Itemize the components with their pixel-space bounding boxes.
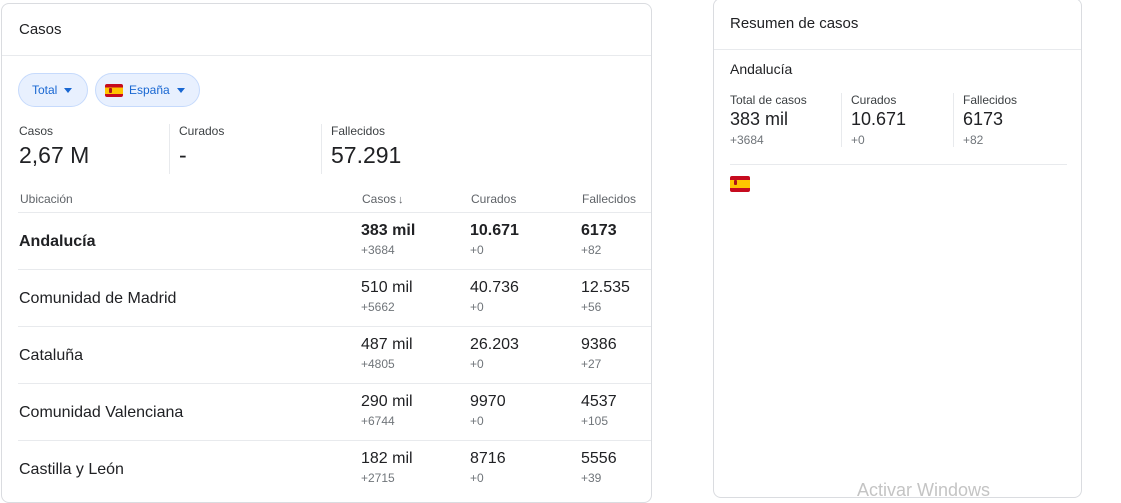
recovered-delta: +0 [470, 471, 484, 485]
divider [953, 93, 954, 147]
divider [730, 164, 1067, 165]
caret-down-icon [176, 87, 185, 93]
stat-cases: Casos 2,67 M [19, 124, 89, 169]
spain-flag-icon [730, 176, 750, 192]
column-header-deaths[interactable]: Fallecidos [582, 192, 636, 206]
deaths-value: 5556 [581, 450, 617, 467]
stat-value: 383 mil [730, 109, 789, 129]
row-location: Andalucía [19, 233, 96, 250]
summary-deaths: Fallecidos 6173 +82 [963, 93, 1017, 147]
table-row[interactable]: Comunidad de Madrid 510 mil +5662 40.736 +… [18, 269, 651, 327]
stat-delta: +3684 [730, 133, 764, 147]
stat-recovered: Curados - [179, 124, 224, 169]
column-header-cases[interactable]: Casos ↓ [362, 192, 404, 206]
cases-delta: +2715 [361, 471, 395, 485]
summary-recovered: Curados 10.671 +0 [851, 93, 906, 147]
summary-card: Resumen de casos Andalucía Total de caso… [713, 0, 1082, 498]
recovered-delta: +0 [470, 357, 484, 371]
cases-value: 182 mil [361, 450, 413, 467]
stat-label: Fallecidos [331, 124, 386, 138]
arrow-down-icon: ↓ [398, 194, 404, 206]
column-header-cases-label: Casos [362, 192, 397, 206]
deaths-value: 12.535 [581, 279, 630, 296]
column-header-recovered[interactable]: Curados [471, 192, 516, 206]
recovered-value: 8716 [470, 450, 506, 467]
recovered-delta: +0 [470, 300, 484, 314]
country-filter-chip[interactable]: España [95, 73, 200, 107]
stat-label: Curados [851, 93, 897, 107]
cases-delta: +6744 [361, 414, 395, 428]
total-filter-label: Total [32, 83, 58, 97]
stat-label: Total de casos [730, 93, 807, 107]
divider [169, 124, 170, 174]
deaths-value: 4537 [581, 393, 617, 410]
deaths-delta: +27 [581, 357, 602, 371]
cases-delta: +5662 [361, 300, 395, 314]
stat-value: 10.671 [851, 109, 907, 129]
divider [714, 49, 1081, 50]
deaths-value: 6173 [581, 222, 617, 239]
deaths-delta: +105 [581, 414, 609, 428]
total-filter-chip[interactable]: Total [18, 73, 88, 107]
table-row[interactable]: Cataluña 487 mil +4805 26.203 +0 9386 +27 [18, 326, 651, 384]
cases-delta: +4805 [361, 357, 395, 371]
divider [2, 55, 651, 56]
table-row[interactable]: Comunidad Valenciana 290 mil +6744 9970 +0… [18, 383, 651, 441]
divider [841, 93, 842, 147]
stat-label: Casos [19, 124, 54, 138]
stat-delta: +82 [963, 133, 984, 147]
spain-flag-icon [105, 83, 123, 97]
row-location: Comunidad Valenciana [19, 404, 184, 421]
stat-deaths: Fallecidos 57.291 [331, 124, 401, 169]
card-title: Resumen de casos [730, 15, 859, 32]
stat-value: 6173 [963, 109, 1004, 129]
stat-value: - [179, 142, 187, 168]
summary-total-cases: Total de casos 383 mil +3684 [730, 93, 807, 147]
activate-windows-watermark: Activar Windows [857, 480, 991, 500]
cases-value: 487 mil [361, 336, 413, 353]
cases-delta: +3684 [361, 243, 395, 257]
cases-value: 383 mil [361, 222, 416, 239]
row-location: Comunidad de Madrid [19, 290, 177, 307]
cases-card: Casos Total España Casos 2,67 M Curados … [1, 3, 652, 503]
cases-value: 510 mil [361, 279, 413, 296]
recovered-value: 26.203 [470, 336, 519, 353]
recovered-value: 9970 [470, 393, 506, 410]
region-name: Andalucía [730, 61, 793, 77]
country-filter-label: España [129, 83, 170, 97]
cases-value: 290 mil [361, 393, 413, 410]
stat-label: Curados [179, 124, 225, 138]
recovered-delta: +0 [470, 243, 484, 257]
stat-value: 2,67 M [19, 142, 90, 168]
stat-value: 57.291 [331, 142, 402, 168]
stat-label: Fallecidos [963, 93, 1018, 107]
recovered-delta: +0 [470, 414, 484, 428]
recovered-value: 40.736 [470, 279, 519, 296]
deaths-value: 9386 [581, 336, 617, 353]
deaths-delta: +39 [581, 471, 602, 485]
row-location: Castilla y León [19, 461, 124, 478]
row-location: Cataluña [19, 347, 84, 364]
stat-delta: +0 [851, 133, 865, 147]
deaths-delta: +56 [581, 300, 602, 314]
deaths-delta: +82 [581, 243, 602, 257]
caret-down-icon [64, 87, 73, 93]
column-header-location[interactable]: Ubicación [20, 192, 73, 206]
card-title: Casos [19, 21, 62, 38]
table-row[interactable]: Andalucía 383 mil +3684 10.671 +0 6173 +82 [18, 212, 651, 270]
recovered-value: 10.671 [470, 222, 519, 239]
table-row[interactable]: Castilla y León 182 mil +2715 8716 +0 5556… [18, 440, 651, 498]
divider [321, 124, 322, 174]
